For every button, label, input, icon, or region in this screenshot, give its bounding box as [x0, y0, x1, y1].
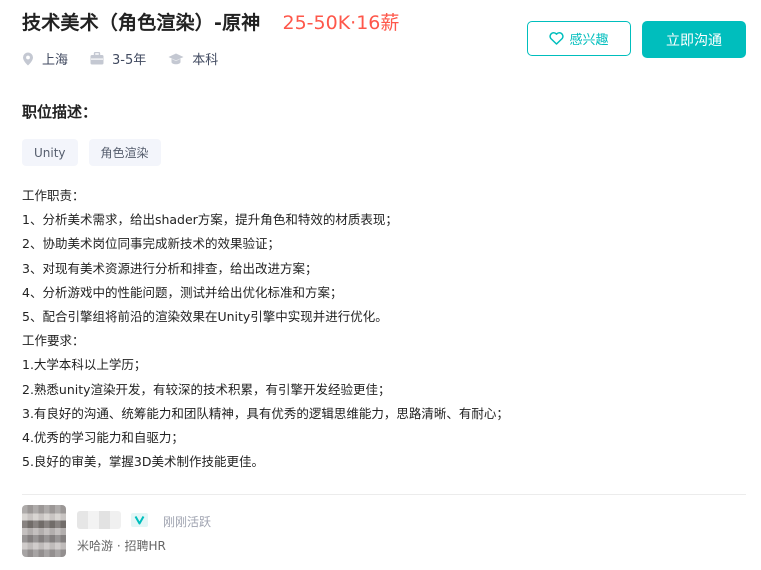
job-meta: 上海 3-5年 本科: [22, 49, 240, 68]
description-line: 3、对现有美术资源进行分析和排查，给出改进方案；: [22, 260, 318, 276]
interest-label: 感兴趣: [569, 33, 609, 48]
recruiter-avatar[interactable]: [22, 505, 66, 557]
skill-tags: Unity 角色渲染: [22, 139, 172, 166]
skill-tag[interactable]: 角色渲染: [88, 139, 161, 166]
active-status: 刚刚活跃: [163, 515, 212, 529]
description-line: 5、配合引擎组将前沿的渲染效果在Unity引擎中实现并进行优化。: [22, 309, 388, 325]
divider: [22, 494, 746, 495]
location-text: 上海: [42, 53, 69, 68]
location-pin-icon: [23, 52, 33, 65]
briefcase-icon: [90, 52, 104, 65]
job-detail-page: 技术美术（角色渲染）-原神 25-50K·16薪 上海 3-5年 本科 感兴趣 …: [0, 0, 761, 570]
interest-button[interactable]: 感兴趣: [527, 21, 631, 56]
recruiter-name-blurred: [77, 511, 121, 529]
chat-label: 立即沟通: [666, 32, 722, 49]
section-title: 职位描述：: [22, 103, 98, 121]
chat-now-button[interactable]: 立即沟通: [642, 21, 746, 58]
meta-degree: 本科: [168, 49, 218, 68]
job-description: 工作职责： 1、分析美术需求，给出shader方案，提升角色和特效的材质表现； …: [22, 184, 742, 474]
description-line: 3.有良好的沟通、统筹能力和团队精神，具有优秀的逻辑思维能力，思路清晰、有耐心；: [22, 405, 509, 421]
job-header: 技术美术（角色渲染）-原神 25-50K·16薪: [22, 8, 399, 35]
skill-tag[interactable]: Unity: [22, 139, 78, 166]
graduation-cap-icon: [168, 53, 184, 64]
description-line: 工作要求：: [22, 333, 85, 349]
description-line: 工作职责：: [22, 188, 85, 203]
description-line: 1、分析美术需求，给出shader方案，提升角色和特效的材质表现；: [22, 212, 398, 228]
job-title: 技术美术（角色渲染）-原神: [22, 12, 261, 34]
degree-text: 本科: [192, 53, 219, 68]
salary: 25-50K·16薪: [282, 12, 400, 34]
meta-experience: 3-5年: [90, 49, 146, 68]
meta-location: 上海: [22, 49, 68, 68]
description-line: 4、分析游戏中的性能问题，测试并给出优化标准和方案；: [22, 284, 343, 300]
verified-v-icon: [131, 513, 148, 527]
experience-text: 3-5年: [112, 53, 147, 68]
description-line: 2.熟悉unity渲染开发，有较深的技术积累，有引擎开发经验更佳；: [22, 381, 391, 397]
recruiter-company-role: 米哈游 · 招聘HR: [77, 539, 166, 553]
heart-icon: [549, 32, 565, 45]
description-line: 2、协助美术岗位同事完成新技术的效果验证；: [22, 236, 280, 252]
description-line: 4.优秀的学习能力和自驱力；: [22, 430, 184, 446]
description-line: 1.大学本科以上学历；: [22, 357, 147, 373]
description-line: 5.良好的审美，掌握3D美术制作技能更佳。: [22, 454, 265, 470]
